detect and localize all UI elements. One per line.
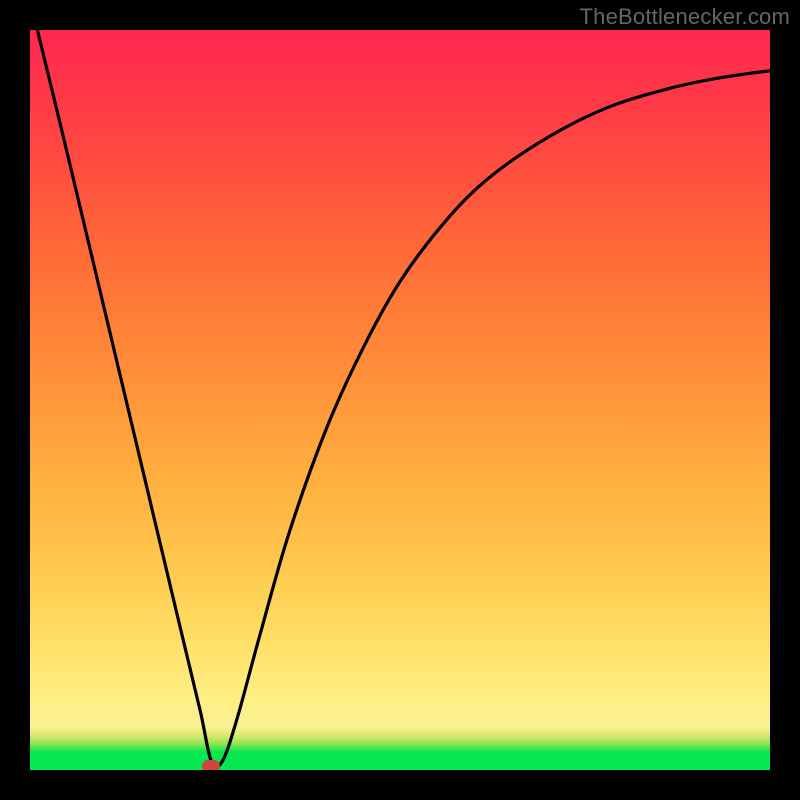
bottleneck-curve [37,30,770,767]
optimal-point-marker [202,760,220,770]
plot-area [30,30,770,770]
chart-frame: TheBottlenecker.com [0,0,800,800]
watermark-text: TheBottlenecker.com [580,4,790,30]
curve-layer [30,30,770,770]
